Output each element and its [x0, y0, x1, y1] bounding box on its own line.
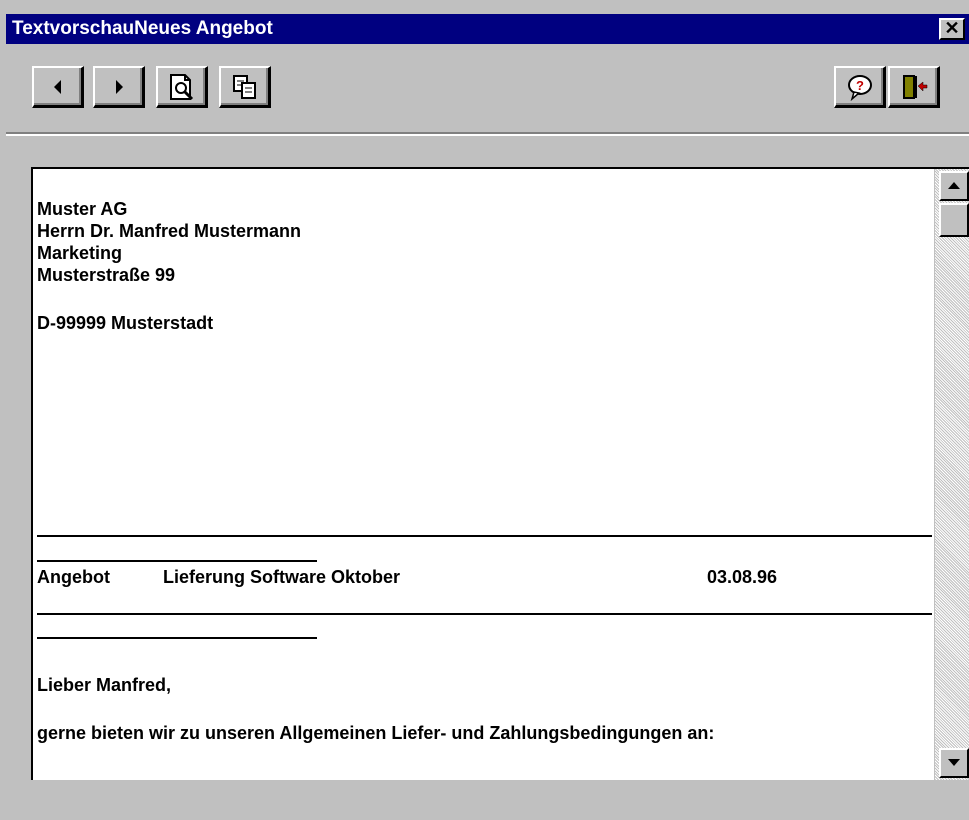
close-button[interactable]: ✕	[939, 18, 965, 40]
page-magnifier-icon	[169, 73, 193, 100]
arrow-down-icon	[948, 759, 960, 766]
scroll-down-button[interactable]	[939, 748, 969, 778]
address-department: Marketing	[37, 243, 123, 263]
help-bubble-icon: ?	[847, 74, 872, 101]
divider-short-top	[37, 560, 317, 562]
exit-door-icon	[902, 74, 927, 99]
text-preview-window: TextvorschauNeues Angebot ✕ ? Muster AG …	[0, 0, 969, 820]
copy-icon	[232, 74, 256, 99]
exit-button[interactable]	[888, 66, 940, 108]
text-preview-pane[interactable]: Muster AG Herrn Dr. Manfred Mustermann M…	[31, 167, 969, 780]
next-page-button[interactable]	[93, 66, 145, 108]
address-company: Muster AG	[37, 199, 128, 219]
subject-date: 03.08.96	[707, 567, 778, 587]
document-page: Muster AG Herrn Dr. Manfred Mustermann M…	[33, 169, 932, 780]
help-button[interactable]: ?	[834, 66, 886, 108]
print-preview-button[interactable]	[156, 66, 208, 108]
scroll-up-button[interactable]	[939, 171, 969, 201]
body-text-line: gerne bieten wir zu unseren Allgemeinen …	[37, 723, 715, 743]
previous-page-button[interactable]	[32, 66, 84, 108]
divider-short-middle	[37, 637, 317, 639]
window-title: TextvorschauNeues Angebot	[12, 18, 273, 39]
title-bar[interactable]: TextvorschauNeues Angebot ✕	[6, 14, 969, 44]
divider-top	[37, 535, 932, 537]
toolbar: ?	[6, 44, 969, 136]
scroll-thumb[interactable]	[939, 203, 969, 237]
copy-button[interactable]	[219, 66, 271, 108]
divider-middle	[37, 613, 932, 615]
arrow-right-icon	[115, 79, 123, 94]
address-street: Musterstraße 99	[37, 265, 176, 285]
svg-text:?: ?	[856, 78, 864, 93]
address-city: D-99999 Musterstadt	[37, 313, 214, 333]
arrow-left-icon	[53, 79, 61, 94]
salutation: Lieber Manfred,	[37, 675, 172, 695]
subject-title: Lieferung Software Oktober	[163, 567, 401, 587]
subject-type: Angebot	[37, 567, 110, 587]
address-recipient: Herrn Dr. Manfred Mustermann	[37, 221, 302, 241]
vertical-scrollbar[interactable]	[934, 169, 969, 780]
arrow-up-icon	[948, 182, 960, 189]
